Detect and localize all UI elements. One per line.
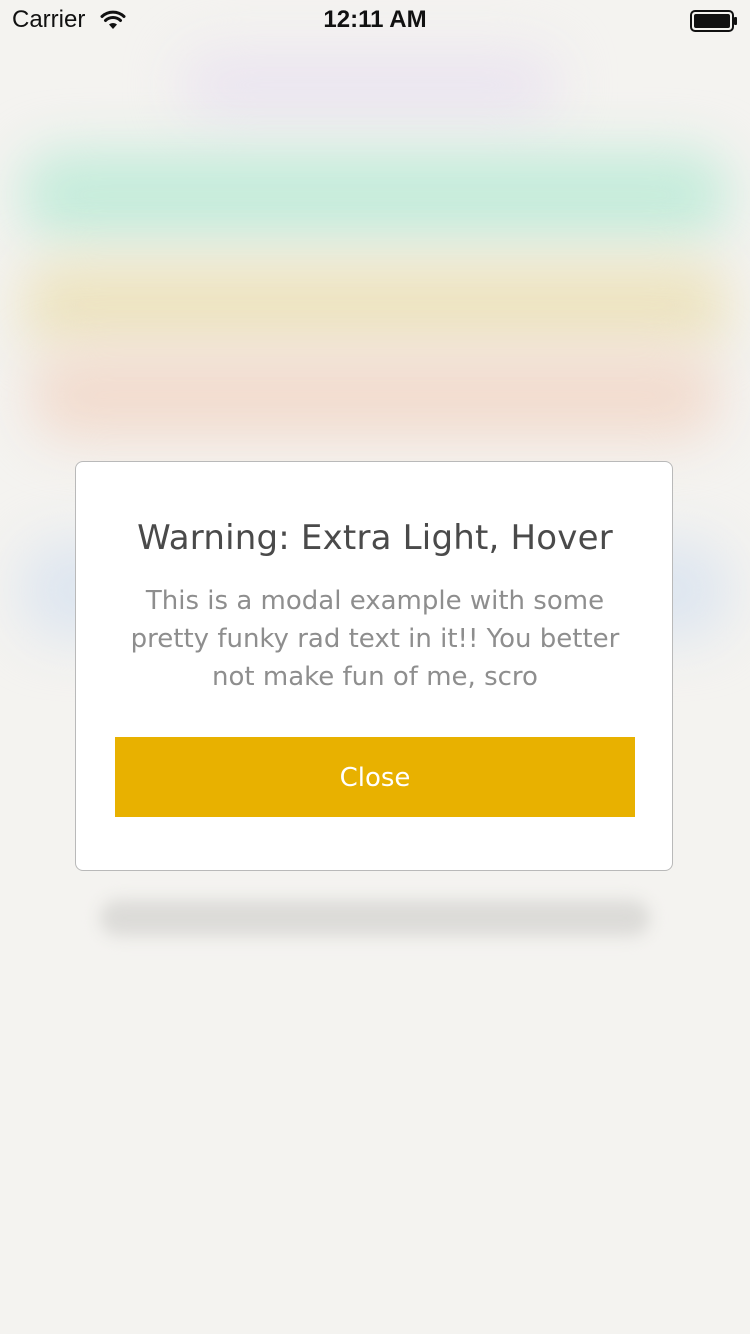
status-bar: Carrier 12:11 AM [0, 0, 750, 40]
modal-body-text: This is a modal example with some pretty… [130, 586, 620, 692]
background-band [180, 50, 560, 120]
background-band [20, 260, 730, 350]
modal-title: Warning: Extra Light, Hover [137, 518, 613, 558]
battery-icon [690, 10, 738, 32]
status-time: 12:11 AM [323, 6, 427, 33]
warning-modal: Warning: Extra Light, Hover This is a mo… [75, 461, 673, 871]
close-button[interactable]: Close [115, 737, 635, 817]
background-band [100, 900, 650, 936]
app-screen: Carrier 12:11 AM Warning: Extra Light, H… [0, 0, 750, 1334]
background-band [30, 350, 720, 440]
background-band [20, 150, 730, 240]
